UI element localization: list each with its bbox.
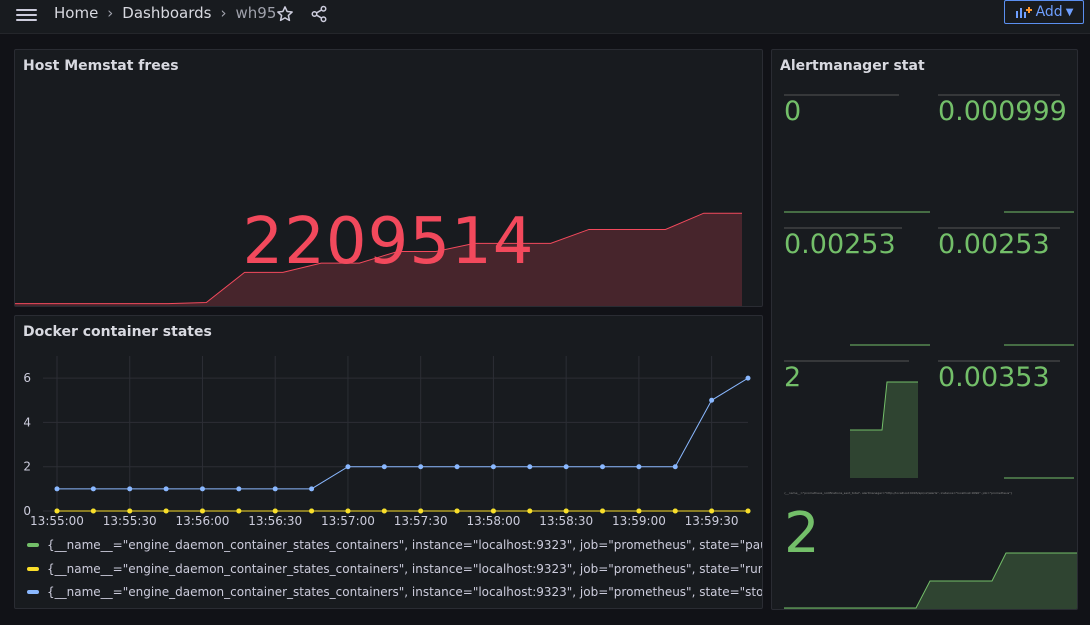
stat-sparkline [850, 344, 930, 346]
breadcrumb: Home › Dashboards › wh95 [54, 4, 276, 22]
data-point [600, 464, 606, 470]
data-point [272, 508, 278, 514]
chevron-right-icon: › [107, 4, 114, 22]
data-point [345, 508, 351, 514]
data-point [127, 486, 133, 492]
data-point [418, 464, 424, 470]
stat-value: 2209514 [242, 205, 535, 279]
panel-title[interactable]: Alertmanager stat [780, 58, 925, 74]
stat-cell: 0.00253 [938, 225, 1074, 347]
stat-cell: 0 [784, 92, 930, 214]
x-tick-label: 13:55:30 [103, 514, 157, 528]
data-point [54, 508, 60, 514]
legend-item-running[interactable]: {__name__="engine_daemon_container_state… [27, 562, 763, 576]
data-point [381, 464, 387, 470]
add-button[interactable]: Add ▼ [1004, 0, 1084, 24]
chevron-down-icon: ▼ [1065, 6, 1074, 18]
x-tick-label: 13:58:00 [466, 514, 520, 528]
x-tick-label: 13:58:30 [539, 514, 593, 528]
star-icon[interactable] [274, 3, 296, 25]
data-point [709, 397, 715, 403]
share-icon[interactable] [308, 3, 330, 25]
data-point [54, 486, 60, 492]
host-memstat-panel: Host Memstat frees 2209514 [14, 49, 763, 307]
legend-item-stopped[interactable]: {__name__="engine_daemon_container_state… [27, 585, 763, 599]
legend-swatch [27, 543, 39, 547]
add-panel-icon [1015, 7, 1032, 18]
data-point [454, 464, 460, 470]
x-tick-label: 13:56:00 [176, 514, 230, 528]
series-line [57, 377, 749, 490]
stat-sparkline [1004, 344, 1074, 346]
stat-cell: {__name__="prometheus_notifications_sent… [784, 491, 1077, 609]
data-point [199, 508, 205, 514]
stat-sparkline [850, 381, 918, 478]
stat-cell: 0.00253 [784, 225, 930, 347]
data-point [163, 486, 169, 492]
docker-states-chart: 024613:55:00 13:55:30 13:56:00 13:56:30 13:5… [23, 356, 751, 528]
x-tick-label: 13:57:30 [394, 514, 448, 528]
data-point [381, 508, 387, 514]
y-tick-label: 4 [23, 415, 31, 429]
breadcrumb-dashboards[interactable]: Dashboards [122, 4, 211, 22]
data-point [454, 508, 460, 514]
data-point [745, 375, 751, 381]
data-point [127, 508, 133, 514]
stat-sparkline [784, 552, 1077, 609]
stat-cell: 0.00353 [938, 358, 1074, 480]
data-point [527, 464, 533, 470]
data-point [236, 508, 242, 514]
legend-item-paused[interactable]: {__name__="engine_daemon_container_state… [27, 538, 763, 552]
stat-sparkline [1004, 211, 1074, 213]
y-tick-label: 2 [23, 460, 31, 474]
data-point [236, 486, 242, 492]
legend-label: {__name__="engine_daemon_container_state… [47, 562, 763, 576]
data-point [672, 464, 678, 470]
data-point [490, 508, 496, 514]
add-button-label: Add [1035, 4, 1063, 20]
stat-cell: 0.000999 [938, 92, 1074, 214]
legend-swatch [27, 590, 39, 594]
data-point [563, 508, 569, 514]
data-point [90, 508, 96, 514]
chevron-right-icon: › [220, 4, 227, 22]
data-point [636, 464, 642, 470]
x-tick-label: 13:59:00 [612, 514, 666, 528]
data-point [672, 508, 678, 514]
stat-sparkline [784, 211, 930, 213]
data-point [600, 508, 606, 514]
data-point [563, 464, 569, 470]
data-point [709, 508, 715, 514]
legend-label: {__name__="engine_daemon_container_state… [47, 585, 763, 599]
top-nav-bar: Home › Dashboards › wh95 Add ▼ [0, 0, 1090, 34]
data-point [272, 486, 278, 492]
data-point [199, 486, 205, 492]
menu-icon[interactable] [16, 6, 37, 22]
data-point [745, 508, 751, 514]
legend-swatch [27, 567, 39, 571]
data-point [490, 464, 496, 470]
breadcrumb-home[interactable]: Home [54, 4, 98, 22]
stat-sparkline [1004, 477, 1074, 479]
data-point [309, 508, 315, 514]
y-tick-label: 6 [23, 371, 31, 385]
data-point [636, 508, 642, 514]
stat-cell: 2 [784, 358, 930, 480]
x-tick-label: 13:59:30 [685, 514, 739, 528]
docker-states-panel: Docker container states 0 2 4 6 13:55:00 13:5… [14, 315, 763, 609]
data-point [418, 508, 424, 514]
x-tick-label: 13:55:00 [30, 514, 84, 528]
x-tick-label: 13:57:00 [321, 514, 375, 528]
data-point [309, 486, 315, 492]
data-point [90, 486, 96, 492]
data-point [163, 508, 169, 514]
x-tick-label: 13:56:30 [248, 514, 302, 528]
data-point [527, 508, 533, 514]
breadcrumb-current-dashboard: wh95 [235, 4, 277, 22]
alertmanager-stat-panel: Alertmanager stat 0 0.000999 0.00253 0.0… [771, 49, 1078, 610]
legend-label: {__name__="engine_daemon_container_state… [47, 538, 763, 552]
data-point [345, 464, 351, 470]
